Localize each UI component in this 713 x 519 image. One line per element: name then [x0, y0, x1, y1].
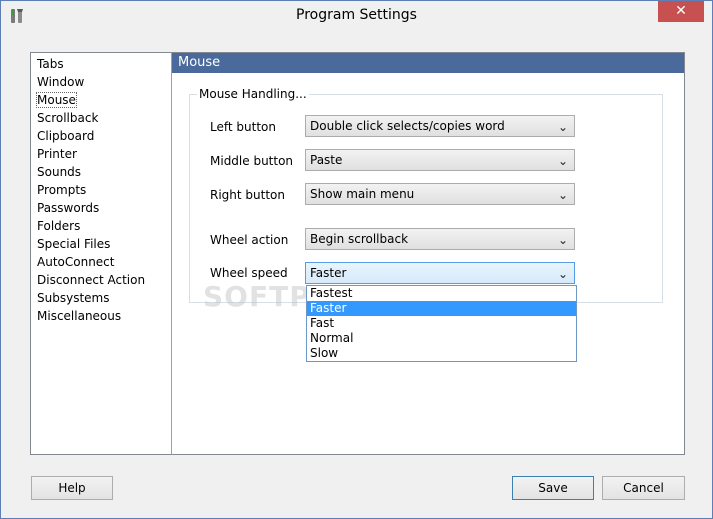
middle-button-label: Middle button — [210, 154, 294, 168]
chevron-down-icon: ⌄ — [557, 233, 568, 247]
settings-content-panel: Mouse Mouse Handling... — [171, 52, 685, 455]
category-list: Tabs Window Mouse Scrollback Clipboard P… — [31, 53, 171, 325]
wheel-action-value: Begin scrollback — [310, 232, 409, 246]
sidebar-item-subsystems[interactable]: Subsystems — [31, 289, 171, 307]
sidebar-item-clipboard[interactable]: Clipboard — [31, 127, 171, 145]
left-button-label: Left button — [210, 120, 276, 134]
chevron-down-icon: ⌄ — [557, 188, 568, 202]
sidebar-item-passwords[interactable]: Passwords — [31, 199, 171, 217]
right-button-label: Right button — [210, 188, 285, 202]
sidebar-item-printer[interactable]: Printer — [31, 145, 171, 163]
right-button-value: Show main menu — [310, 187, 415, 201]
sidebar-item-autoconnect[interactable]: AutoConnect — [31, 253, 171, 271]
dropdown-option-normal[interactable]: Normal — [307, 331, 576, 346]
sidebar-item-miscellaneous[interactable]: Miscellaneous — [31, 307, 171, 325]
dropdown-option-fast[interactable]: Fast — [307, 316, 576, 331]
wheel-action-select[interactable]: Begin scrollback ⌄ — [305, 228, 575, 250]
group-label: Mouse Handling... — [197, 87, 309, 101]
dropdown-option-slow[interactable]: Slow — [307, 346, 576, 361]
program-settings-window: Program Settings ✕ Tabs Window Mouse Scr… — [0, 0, 713, 519]
sidebar-item-sounds[interactable]: Sounds — [31, 163, 171, 181]
save-button[interactable]: Save — [512, 476, 594, 500]
chevron-down-icon: ⌄ — [557, 154, 568, 168]
title-bar[interactable]: Program Settings ✕ — [1, 1, 712, 32]
wheel-speed-label: Wheel speed — [210, 266, 288, 280]
sidebar-item-special-files[interactable]: Special Files — [31, 235, 171, 253]
section-header: Mouse — [172, 53, 684, 73]
left-button-select[interactable]: Double click selects/copies word ⌄ — [305, 115, 575, 137]
close-button[interactable]: ✕ — [658, 1, 704, 22]
sidebar-item-disconnect-action[interactable]: Disconnect Action — [31, 271, 171, 289]
left-button-value: Double click selects/copies word — [310, 119, 505, 133]
close-icon: ✕ — [675, 3, 687, 19]
sidebar-item-mouse[interactable]: Mouse — [31, 91, 171, 109]
chevron-down-icon: ⌄ — [557, 120, 568, 134]
chevron-down-icon: ⌄ — [557, 267, 568, 281]
right-button-select[interactable]: Show main menu ⌄ — [305, 183, 575, 205]
window-title: Program Settings — [296, 7, 417, 23]
sidebar-item-folders[interactable]: Folders — [31, 217, 171, 235]
sidebar-item-prompts[interactable]: Prompts — [31, 181, 171, 199]
middle-button-select[interactable]: Paste ⌄ — [305, 149, 575, 171]
wheel-speed-dropdown[interactable]: Fastest Faster Fast Normal Slow — [306, 285, 577, 362]
wheel-action-label: Wheel action — [210, 233, 289, 247]
sidebar-item-scrollback[interactable]: Scrollback — [31, 109, 171, 127]
sidebar-item-tabs[interactable]: Tabs — [31, 55, 171, 73]
wheel-speed-value: Faster — [310, 266, 347, 280]
middle-button-value: Paste — [310, 153, 343, 167]
help-button[interactable]: Help — [31, 476, 113, 500]
dropdown-option-fastest[interactable]: Fastest — [307, 286, 576, 301]
dropdown-option-faster[interactable]: Faster — [307, 301, 576, 316]
settings-category-list[interactable]: Tabs Window Mouse Scrollback Clipboard P… — [30, 52, 171, 455]
sidebar-item-window[interactable]: Window — [31, 73, 171, 91]
cancel-button[interactable]: Cancel — [602, 476, 685, 500]
